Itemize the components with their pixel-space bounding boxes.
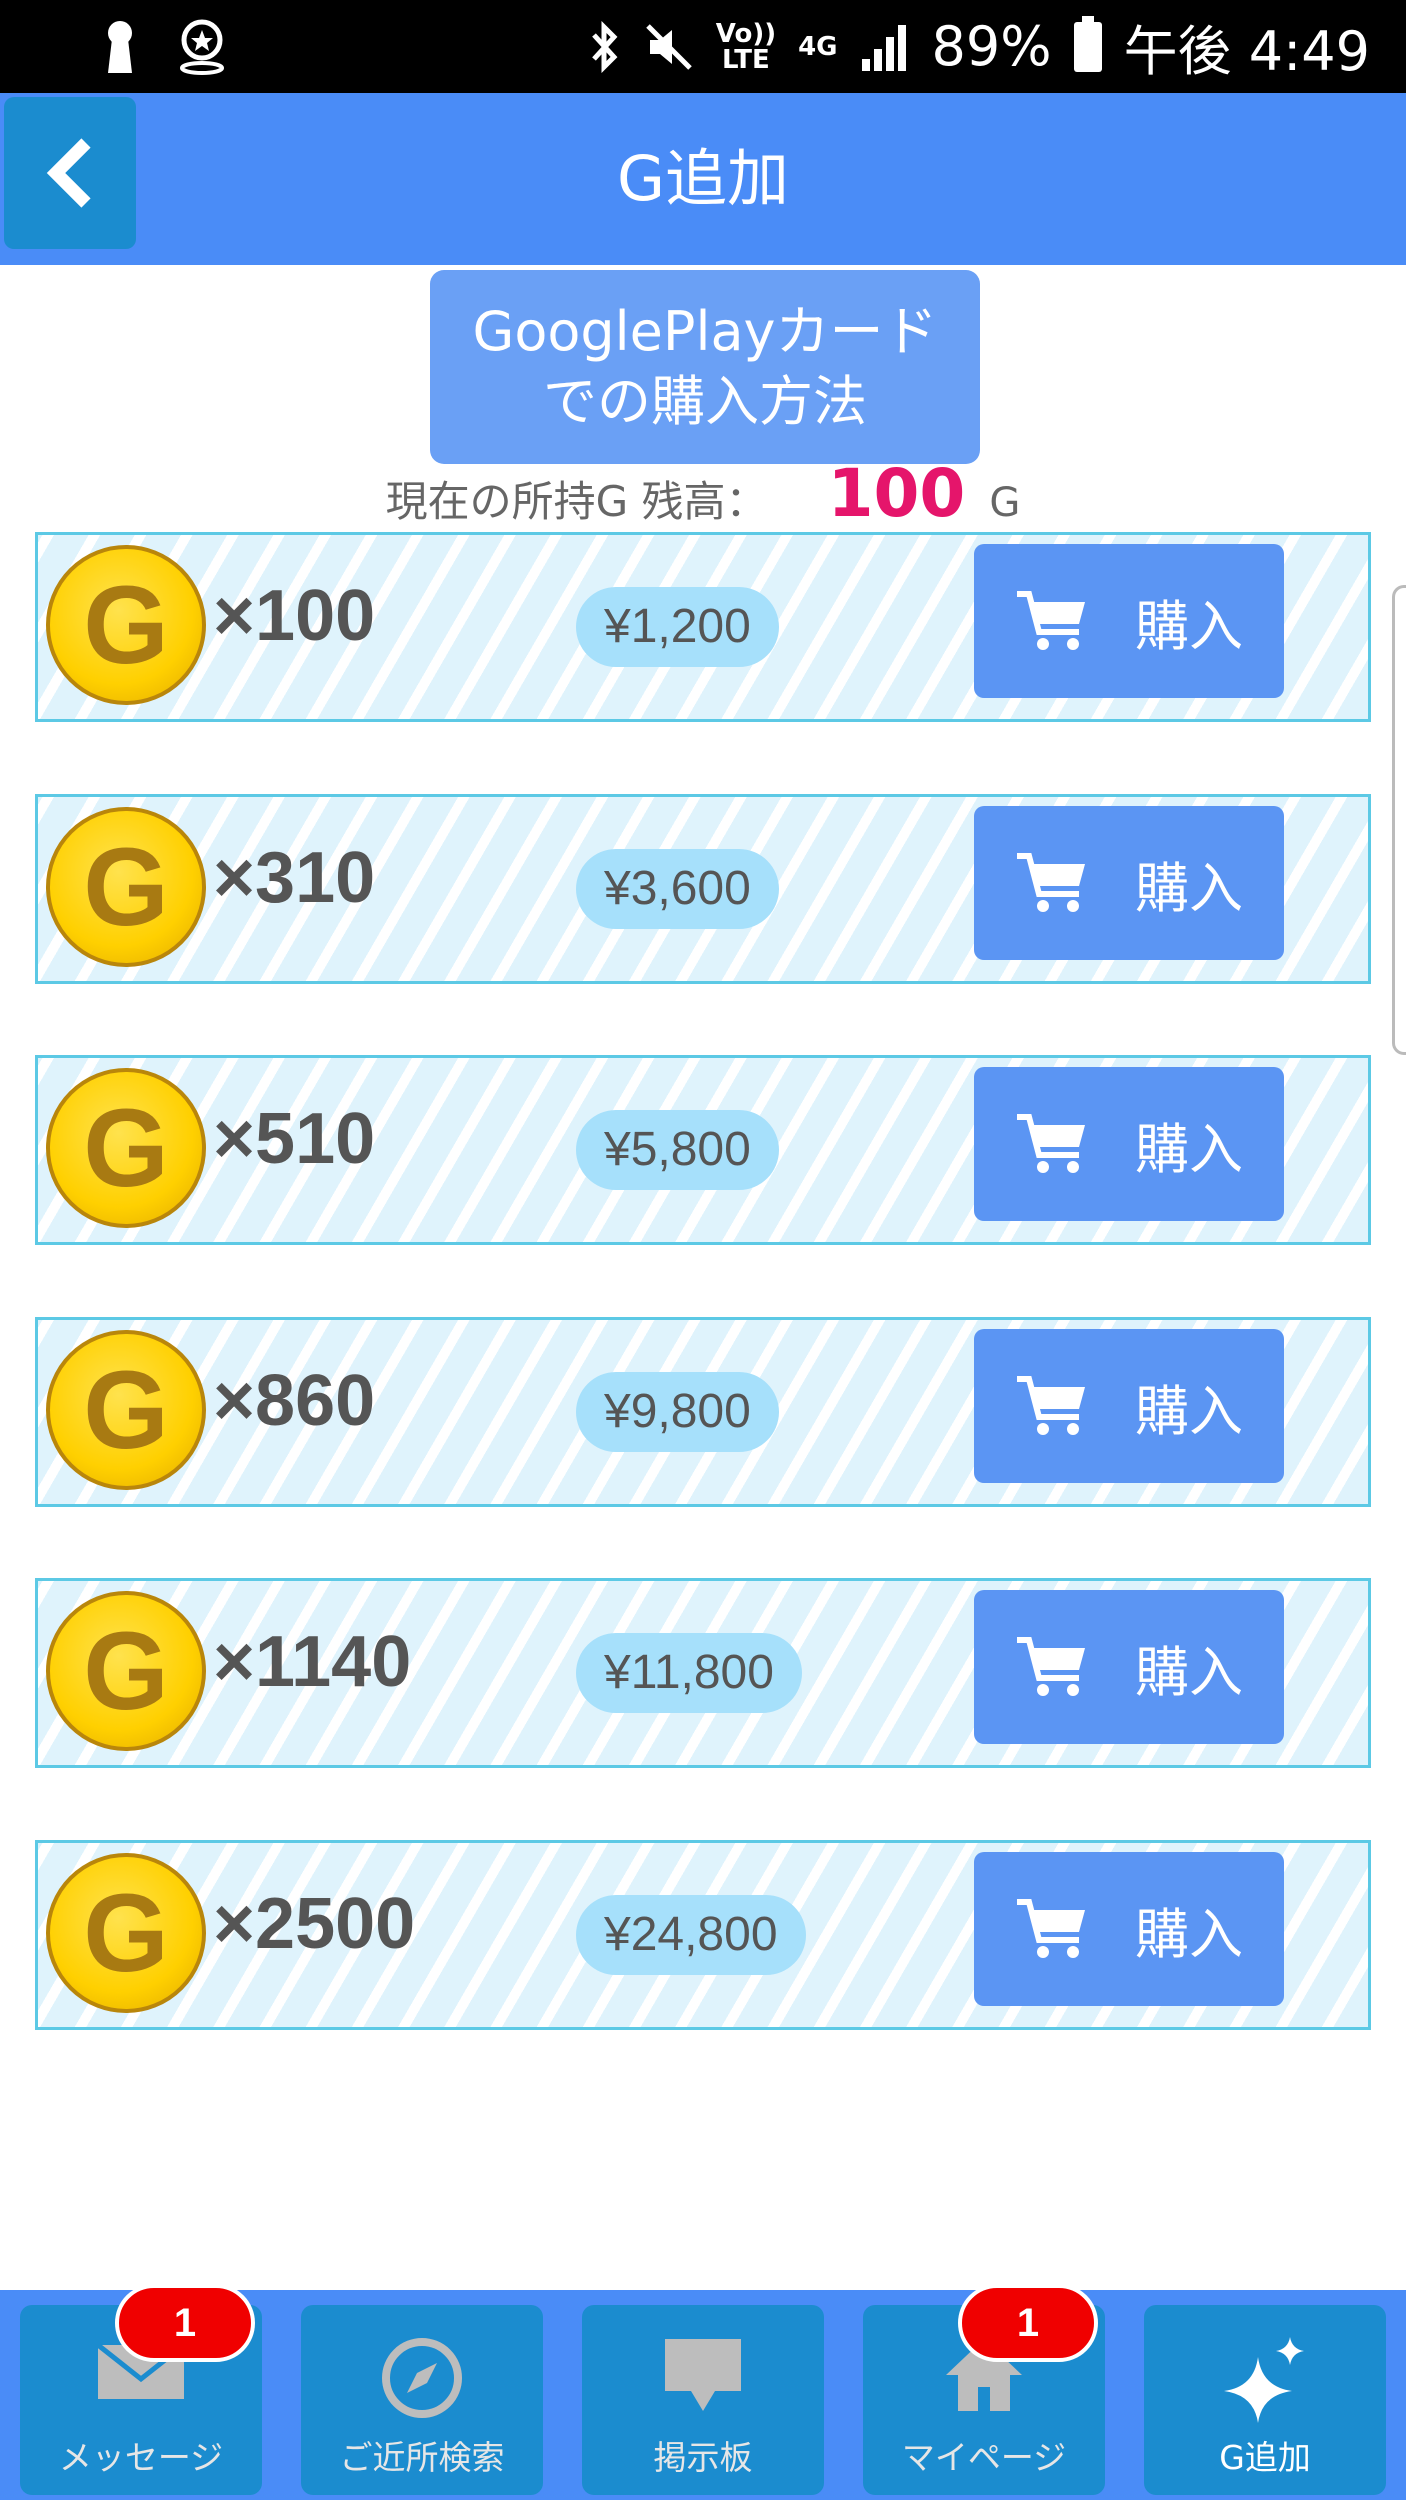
battery-icon (1073, 15, 1102, 72)
mute-icon (645, 23, 692, 70)
scroll-indicator (1392, 585, 1406, 1055)
nav-label: G追加 (1219, 2438, 1311, 2477)
g-coin-icon: G (46, 1853, 206, 2013)
product-row: G ×310 ¥3,600 購入 (35, 794, 1371, 984)
clock: 午後 4:49 (1123, 20, 1370, 83)
page-title: G追加 (616, 142, 790, 215)
product-row: G ×1140 ¥11,800 購入 (35, 1578, 1371, 1768)
buy-label: 購入 (1135, 594, 1243, 658)
balance-line: 現在の所持G 残高： 100 G (0, 455, 1406, 535)
balance-value: 100 (827, 455, 966, 532)
cart-icon (1017, 1114, 1085, 1173)
cart-icon (1017, 853, 1085, 912)
buy-button[interactable]: 購入 (974, 544, 1284, 698)
price-pill: ¥5,800 (576, 1110, 779, 1190)
price-pill: ¥1,200 (576, 587, 779, 667)
g-amount: ×860 (213, 1361, 376, 1441)
cart-icon (1017, 1899, 1085, 1958)
cart-icon (1017, 1376, 1085, 1435)
status-right-icons: Vo)) LTE 4G 89% 午後 4:49 (588, 0, 1370, 93)
cart-icon (1017, 1637, 1085, 1696)
status-left-icons (100, 18, 228, 76)
nav-label: 掲示板 (653, 2438, 753, 2477)
bottom-nav: メッセージ ご近所検索 掲示板 マイページ G追加 1 1 (0, 2284, 1406, 2500)
price-pill: ¥3,600 (576, 849, 779, 929)
buy-label: 購入 (1135, 1902, 1243, 1966)
g-amount: ×2500 (213, 1884, 416, 1964)
g-amount: ×510 (213, 1099, 376, 1179)
nav-item-nearby-search[interactable]: ご近所検索 (301, 2305, 543, 2495)
notification-badge: 1 (115, 2284, 255, 2362)
g-coin-icon: G (46, 1591, 206, 1751)
product-row: G ×860 ¥9,800 購入 (35, 1317, 1371, 1507)
price-pill: ¥24,800 (576, 1895, 806, 1975)
g-coin-icon: G (46, 1330, 206, 1490)
buy-label: 購入 (1135, 1117, 1243, 1181)
chevron-left-icon (46, 138, 91, 208)
battery-percent: 89% (931, 15, 1052, 78)
guide-line-2: での購入方法 (543, 370, 867, 433)
buy-button[interactable]: 購入 (974, 806, 1284, 960)
nav-label: ご近所検索 (339, 2438, 505, 2477)
balance-label: 現在の所持G 残高： (385, 477, 768, 526)
g-amount: ×310 (213, 838, 376, 918)
balance-unit: G (989, 480, 1021, 526)
cart-icon (1017, 591, 1085, 650)
nav-label: メッセージ (58, 2438, 224, 2477)
price-pill: ¥11,800 (576, 1633, 802, 1713)
bluetooth-icon (591, 20, 618, 73)
price-pill: ¥9,800 (576, 1372, 779, 1452)
googleplay-guide-button[interactable]: GooglePlayカード での購入方法 (430, 270, 980, 464)
signal-icon (861, 24, 906, 71)
g-coin-icon: G (46, 545, 206, 705)
notification-badge: 1 (958, 2284, 1098, 2362)
product-row: G ×2500 ¥24,800 購入 (35, 1840, 1371, 2030)
buy-button[interactable]: 購入 (974, 1852, 1284, 2006)
compass-icon (382, 2338, 462, 2418)
g-coin-icon: G (46, 1068, 206, 1228)
volte-indicator: Vo)) LTE (715, 18, 777, 75)
nav-item-add-g[interactable]: G追加 (1144, 2305, 1386, 2495)
product-row: G ×510 ¥5,800 購入 (35, 1055, 1371, 1245)
g-amount: ×1140 (213, 1622, 412, 1702)
guide-line-1: GooglePlayカード (472, 300, 938, 363)
buy-button[interactable]: 購入 (974, 1329, 1284, 1483)
buy-label: 購入 (1135, 1640, 1243, 1704)
keyhole-icon (108, 21, 132, 73)
g-amount: ×100 (213, 576, 376, 656)
sparkle-icon (1224, 2337, 1304, 2423)
buy-button[interactable]: 購入 (974, 1590, 1284, 1744)
chat-bubble-icon (665, 2339, 741, 2411)
app-header: G追加 (0, 93, 1406, 265)
mobile-data-indicator: 4G (798, 31, 838, 62)
back-button[interactable] (4, 97, 136, 249)
nav-label: マイページ (901, 2438, 1067, 2477)
product-row: G ×100 ¥1,200 購入 (35, 532, 1371, 722)
g-coin-icon: G (46, 807, 206, 967)
buy-label: 購入 (1135, 856, 1243, 920)
location-star-icon (180, 19, 224, 75)
nav-item-bulletin-board[interactable]: 掲示板 (582, 2305, 824, 2495)
buy-button[interactable]: 購入 (974, 1067, 1284, 1221)
buy-label: 購入 (1135, 1379, 1243, 1443)
status-bar: Vo)) LTE 4G 89% 午後 4:49 (0, 0, 1406, 93)
